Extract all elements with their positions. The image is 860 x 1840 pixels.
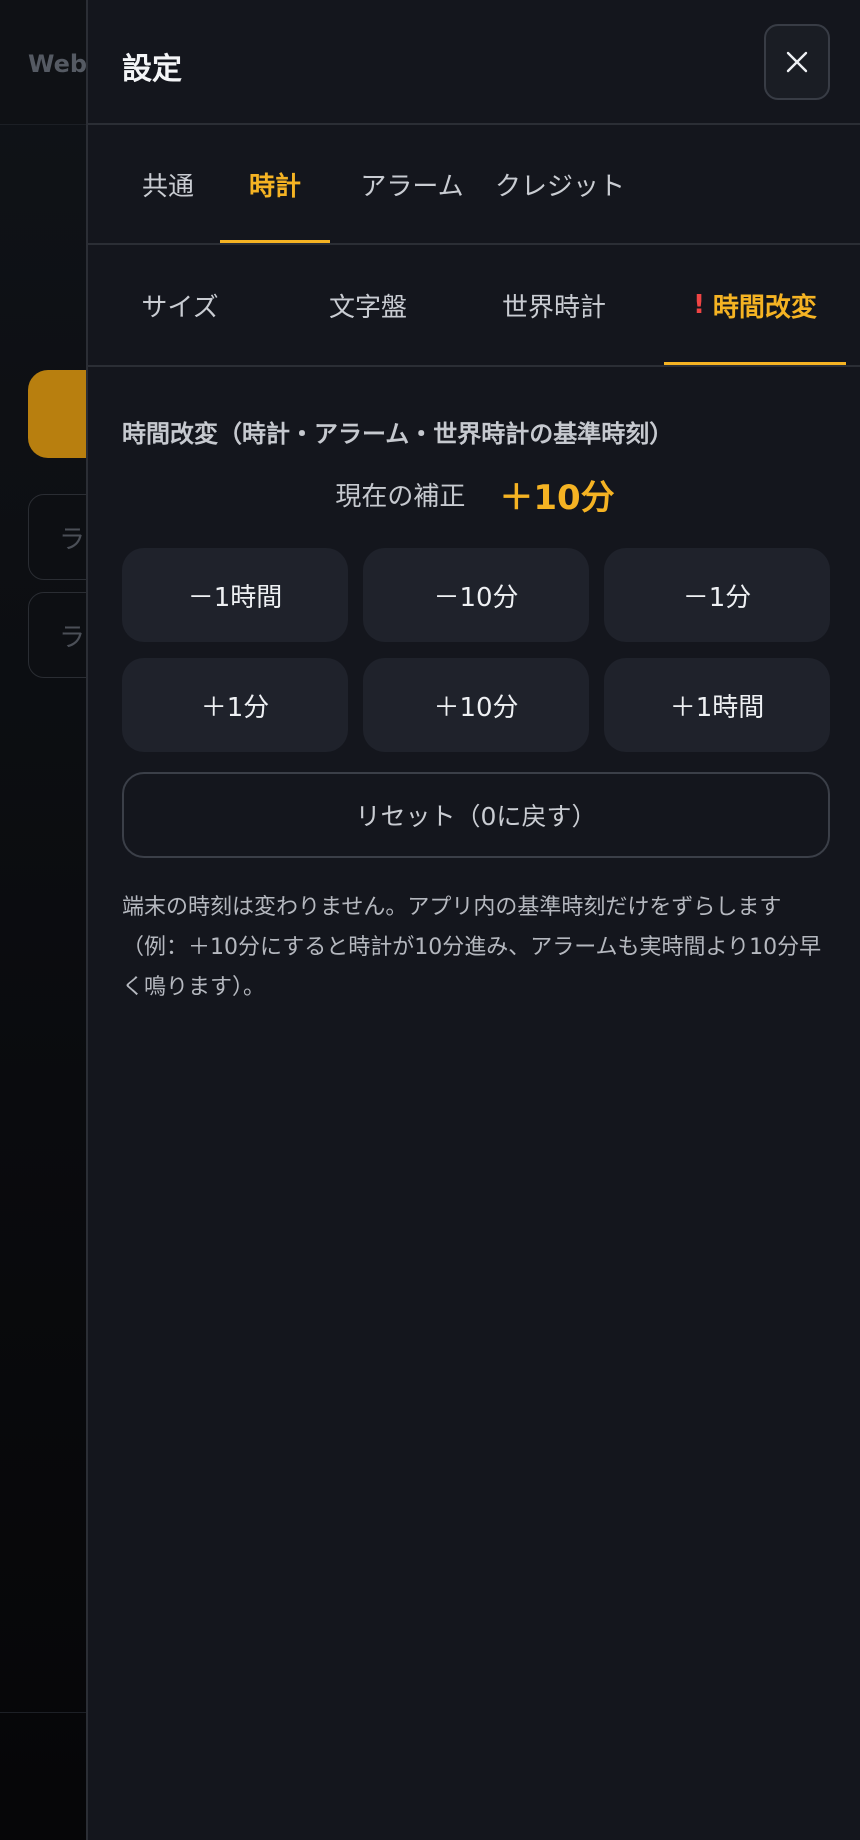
tab-label: クレジット xyxy=(494,171,625,202)
background-field-text: ラ xyxy=(59,623,86,653)
settings-drawer: 設定 共通 時計 アラーム クレジット サイズ 文字盤 世界時計 ! 時間改変 … xyxy=(86,0,860,1840)
tab-label: 共通 xyxy=(141,171,194,202)
subtab-world-clock[interactable]: 世界時計 xyxy=(464,245,644,365)
tab-credits[interactable]: クレジット xyxy=(490,125,630,243)
tab-common[interactable]: 共通 xyxy=(122,125,214,243)
offset-value: ＋10分 xyxy=(499,477,615,518)
background-app-title: Web xyxy=(28,50,88,78)
warning-icon: ! xyxy=(693,290,705,320)
tab-label: アラーム xyxy=(360,171,464,202)
plus-10-min-button[interactable]: ＋10分 xyxy=(363,658,589,752)
close-button[interactable] xyxy=(764,24,830,100)
tab-clock[interactable]: 時計 xyxy=(220,125,330,243)
section-heading: 時間改変（時計・アラーム・世界時計の基準時刻） xyxy=(122,420,674,448)
plus-1-hour-button[interactable]: ＋1時間 xyxy=(604,658,830,752)
plus-1-min-button[interactable]: ＋1分 xyxy=(122,658,348,752)
offset-label: 現在の補正 xyxy=(335,481,466,512)
subtab-dial[interactable]: 文字盤 xyxy=(278,245,458,365)
close-icon xyxy=(786,51,808,73)
subtab-label: 文字盤 xyxy=(328,292,407,323)
sub-tab-bar: サイズ 文字盤 世界時計 ! 時間改変 xyxy=(88,245,860,367)
subtab-label: 時間改変 xyxy=(712,292,817,323)
tab-label: 時計 xyxy=(248,171,301,202)
subtab-time-shift[interactable]: ! 時間改変 xyxy=(664,245,846,365)
help-note: 端末の時刻は変わりません。アプリ内の基準時刻だけをずらします（例：＋10分にする… xyxy=(122,895,822,1000)
tab-alarm[interactable]: アラーム xyxy=(350,125,474,243)
subtab-size[interactable]: サイズ xyxy=(90,245,270,365)
main-tab-bar: 共通 時計 アラーム クレジット xyxy=(88,125,860,245)
minus-1-min-button[interactable]: －1分 xyxy=(604,548,830,642)
background-field-text: ラ xyxy=(59,525,86,555)
subtab-label: サイズ xyxy=(141,292,219,323)
settings-header: 設定 xyxy=(88,0,860,125)
minus-10-min-button[interactable]: －10分 xyxy=(363,548,589,642)
minus-1-hour-button[interactable]: －1時間 xyxy=(122,548,348,642)
settings-title: 設定 xyxy=(122,52,182,87)
reset-button[interactable]: リセット（0に戻す） xyxy=(122,772,830,858)
subtab-label: 世界時計 xyxy=(501,292,606,323)
current-offset: 現在の補正 ＋10分 xyxy=(88,468,860,520)
